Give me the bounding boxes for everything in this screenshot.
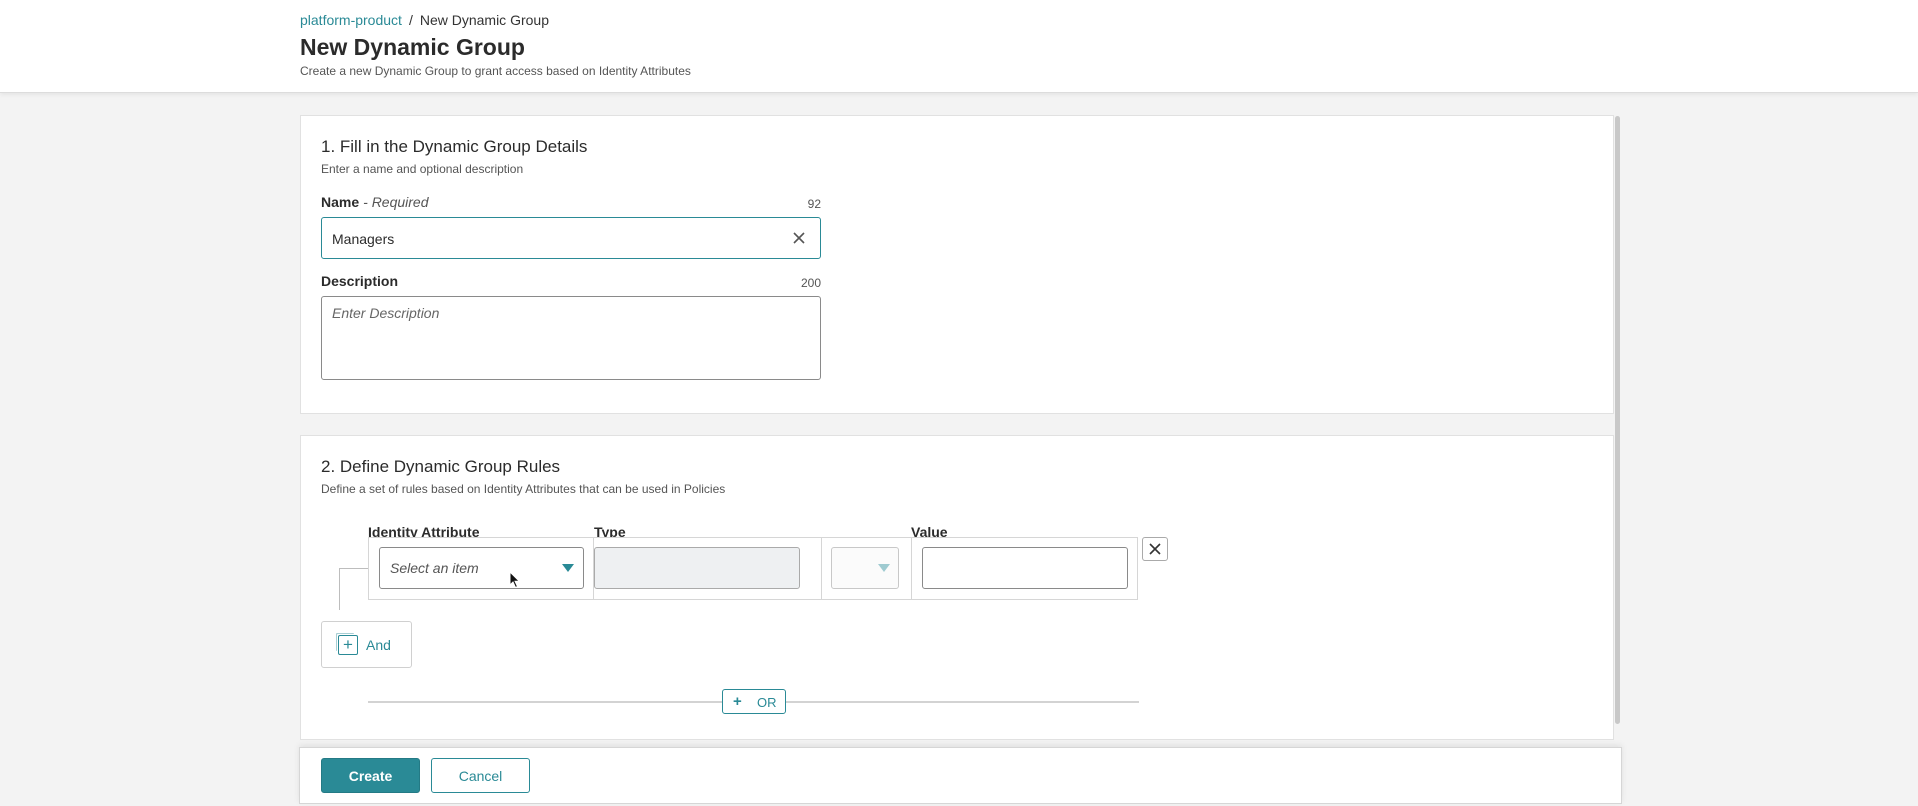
rule-tree-connector [339, 568, 340, 610]
name-input[interactable] [332, 228, 772, 250]
plus-icon: + [733, 693, 742, 710]
breadcrumb-link-platform-product[interactable]: platform-product [300, 12, 402, 28]
details-panel: 1. Fill in the Dynamic Group Details Ent… [300, 115, 1614, 414]
name-label-text: Name [321, 194, 360, 210]
operator-select [831, 547, 899, 589]
rules-section-title: 2. Define Dynamic Group Rules [321, 457, 561, 476]
remove-rule-button[interactable] [1142, 537, 1168, 561]
details-section-subtitle: Enter a name and optional description [321, 162, 524, 176]
required-indicator: - Required [363, 194, 429, 210]
page-header: platform-product / New Dynamic Group New D… [0, 0, 1918, 93]
and-button-label: And [366, 637, 391, 653]
add-and-rule-button[interactable]: + And [321, 621, 412, 668]
type-field [594, 547, 800, 589]
content-scrollbar[interactable] [1615, 116, 1620, 724]
value-input[interactable] [922, 547, 1128, 589]
description-field-label: Description [321, 273, 399, 289]
identity-attribute-select[interactable]: Select an item [379, 547, 584, 589]
breadcrumb: platform-product / New Dynamic Group [300, 12, 549, 28]
breadcrumb-current: New Dynamic Group [419, 12, 549, 28]
rule-divider [911, 538, 912, 599]
add-or-rule-button[interactable]: + OR [722, 689, 786, 714]
plus-icon: + [338, 635, 358, 655]
name-field-label: Name - Required [321, 194, 429, 210]
page-subtitle: Create a new Dynamic Group to grant acce… [300, 64, 691, 78]
details-section-title: 1. Fill in the Dynamic Group Details [321, 137, 588, 156]
chevron-down-icon [878, 564, 890, 572]
or-button-label: OR [757, 695, 777, 710]
page-title: New Dynamic Group [300, 34, 525, 60]
select-placeholder: Select an item [390, 560, 479, 576]
description-input[interactable] [332, 305, 810, 371]
chevron-down-icon [562, 564, 574, 572]
cancel-button[interactable]: Cancel [431, 758, 530, 793]
rule-divider [821, 538, 822, 599]
rules-panel: 2. Define Dynamic Group Rules Define a s… [300, 435, 1614, 740]
create-button[interactable]: Create [321, 758, 420, 793]
close-icon [793, 232, 805, 244]
close-icon [1149, 543, 1161, 555]
rule-row: Select an item [368, 537, 1138, 600]
clear-name-icon[interactable] [790, 229, 808, 247]
name-input-wrapper [321, 217, 821, 259]
name-char-counter: 92 [807, 197, 821, 211]
breadcrumb-separator: / [408, 12, 413, 28]
rules-section-subtitle: Define a set of rules based on Identity … [321, 482, 726, 496]
rule-tree-branch [339, 568, 368, 569]
action-footer: Create Cancel [299, 747, 1622, 804]
description-wrapper [321, 296, 821, 380]
description-char-counter: 200 [800, 276, 821, 290]
